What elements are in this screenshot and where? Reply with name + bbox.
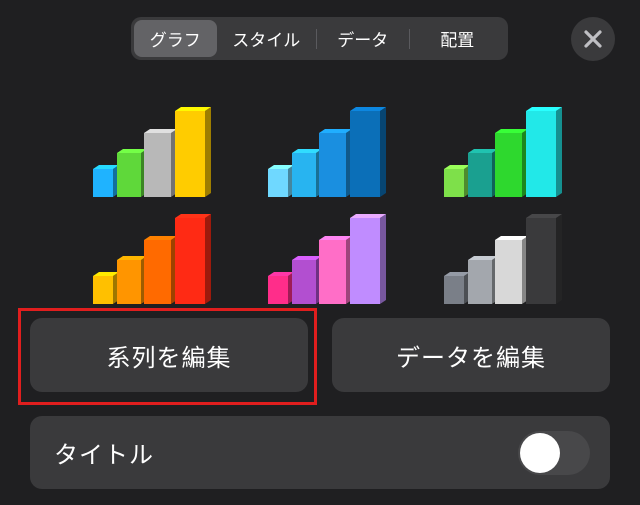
chart-style-2[interactable] bbox=[260, 100, 420, 200]
style-bar bbox=[175, 107, 211, 197]
style-bar bbox=[268, 165, 294, 197]
style-bar bbox=[117, 149, 147, 197]
style-bar bbox=[526, 214, 562, 304]
title-label: タイトル bbox=[54, 441, 154, 469]
style-bar bbox=[292, 256, 322, 304]
style-bar bbox=[444, 165, 470, 197]
style-bar bbox=[444, 272, 470, 304]
edit-data-button[interactable]: データを編集 bbox=[332, 318, 610, 392]
chart-style-1[interactable] bbox=[85, 100, 245, 200]
chart-style-6-icon bbox=[444, 214, 562, 304]
close-icon bbox=[584, 30, 602, 48]
title-row: タイトル bbox=[30, 416, 610, 489]
style-bar bbox=[350, 214, 386, 304]
chart-style-4[interactable] bbox=[85, 207, 245, 307]
style-bar bbox=[468, 149, 498, 197]
style-bar bbox=[319, 236, 352, 304]
style-bar bbox=[175, 214, 211, 304]
style-bar bbox=[93, 165, 119, 197]
edit-series-button[interactable]: 系列を編集 bbox=[30, 318, 308, 392]
chart-style-3-icon bbox=[444, 107, 562, 197]
style-bar bbox=[292, 149, 322, 197]
title-toggle[interactable] bbox=[518, 430, 590, 475]
chart-tab-bar: グラフ スタイル データ 配置 bbox=[131, 17, 508, 60]
style-bar bbox=[319, 129, 352, 197]
tab-chart[interactable]: グラフ bbox=[134, 20, 217, 57]
chart-style-grid bbox=[0, 90, 640, 305]
chart-style-1-icon bbox=[93, 107, 211, 197]
chart-style-3[interactable] bbox=[436, 100, 596, 200]
style-bar bbox=[350, 107, 386, 197]
style-bar bbox=[495, 236, 528, 304]
style-bar bbox=[495, 129, 528, 197]
chart-style-5[interactable] bbox=[260, 207, 420, 307]
chart-style-4-icon bbox=[93, 214, 211, 304]
style-bar bbox=[93, 272, 119, 304]
style-bar bbox=[117, 256, 147, 304]
chart-style-6[interactable] bbox=[436, 207, 596, 307]
toggle-knob bbox=[520, 432, 560, 473]
style-bar bbox=[526, 107, 562, 197]
style-bar bbox=[268, 272, 294, 304]
style-bar bbox=[144, 236, 177, 304]
chart-style-5-icon bbox=[268, 214, 386, 304]
close-button[interactable] bbox=[571, 17, 615, 61]
chart-style-2-icon bbox=[268, 107, 386, 197]
style-bar bbox=[144, 129, 177, 197]
tab-style[interactable]: スタイル bbox=[217, 20, 316, 57]
style-bar bbox=[468, 256, 498, 304]
tab-arrange[interactable]: 配置 bbox=[410, 20, 505, 57]
tab-data[interactable]: データ bbox=[317, 20, 409, 57]
